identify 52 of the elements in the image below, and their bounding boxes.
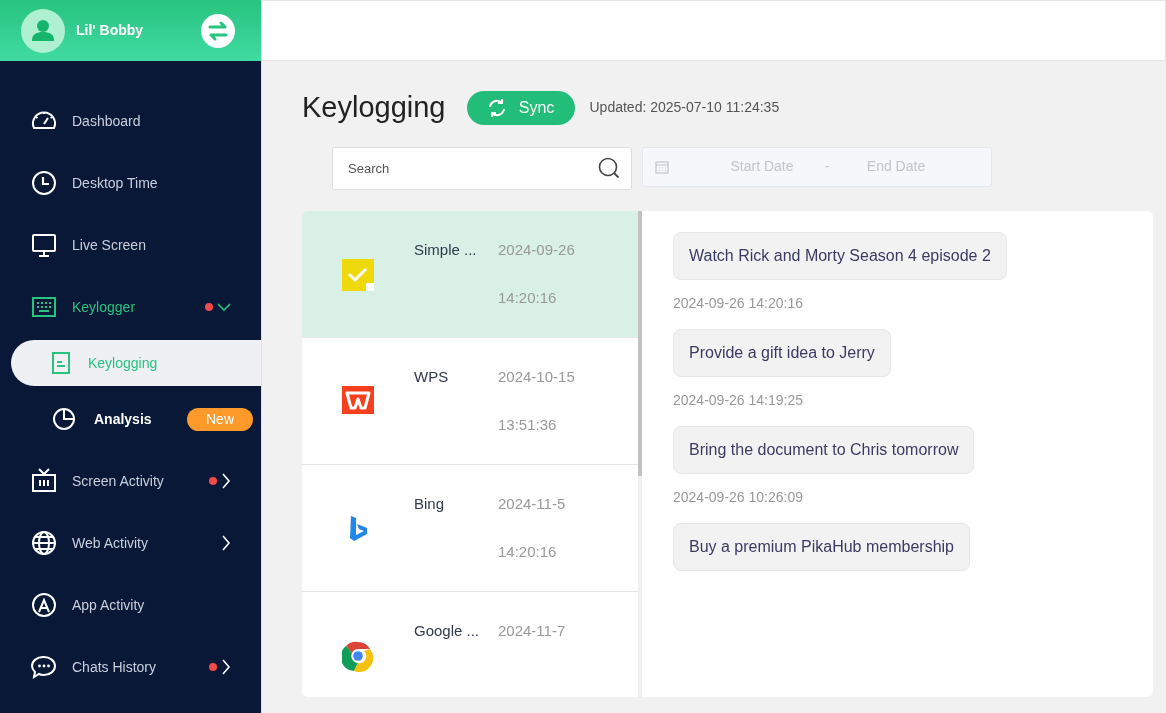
chat-bubble-icon bbox=[31, 654, 57, 680]
nav-item[interactable]: Live Screen bbox=[0, 214, 261, 276]
message-time: 2024-09-26 14:19:25 bbox=[673, 390, 803, 410]
message-time: 2024-09-26 10:26:09 bbox=[673, 487, 803, 507]
new-badge: New bbox=[187, 407, 253, 431]
nav-item[interactable]: Chats History bbox=[0, 636, 261, 698]
keystroke-message: Watch Rick and Morty Season 4 episode 2 bbox=[673, 231, 1007, 280]
switch-icon[interactable] bbox=[201, 13, 235, 48]
updated-time: Updated: 2025-07-10 11:24:35 bbox=[589, 98, 780, 118]
nav-item[interactable]: Screen Activity bbox=[0, 450, 261, 512]
tv-icon bbox=[31, 468, 57, 494]
nav-item[interactable]: Web Activity bbox=[0, 512, 261, 574]
note-check-icon bbox=[342, 258, 374, 291]
sync-icon bbox=[486, 97, 507, 118]
keystroke-message: Buy a premium PikaHub membership bbox=[673, 522, 970, 571]
clock-icon bbox=[31, 170, 57, 196]
avatar-icon bbox=[21, 8, 65, 53]
app-date: 2024-09-26 bbox=[498, 239, 575, 260]
app-date: 2024-10-15 bbox=[498, 366, 575, 387]
search-icon[interactable] bbox=[598, 156, 620, 179]
keystroke-message: Provide a gift idea to Jerry bbox=[673, 328, 891, 377]
nav-subitem[interactable]: Analysis New bbox=[11, 388, 261, 450]
keystroke-message: Bring the document to Chris tomorrow bbox=[673, 425, 975, 474]
app-time: 14:20:16 bbox=[498, 288, 558, 308]
date-separator: - bbox=[823, 157, 831, 176]
app-time: 14:20:16 bbox=[498, 542, 558, 562]
app-row[interactable]: Simple ... 2024-09-26 14:20:16 bbox=[302, 210, 638, 338]
scrollbar[interactable] bbox=[638, 210, 642, 697]
scrollbar-thumb[interactable] bbox=[638, 210, 642, 476]
app-time: 13:51:36 bbox=[498, 415, 558, 435]
document-icon bbox=[52, 352, 70, 374]
search-field[interactable]: Search bbox=[332, 146, 632, 190]
nav-item[interactable]: Dashboard bbox=[0, 90, 261, 152]
nav-item[interactable]: Keylogger bbox=[0, 276, 261, 338]
app-store-icon bbox=[31, 592, 57, 618]
app-name: Bing bbox=[414, 493, 446, 514]
circle-logo-icon bbox=[342, 639, 374, 672]
app-date: 2024-11-5 bbox=[498, 493, 566, 514]
message-time: 2024-09-26 14:20:16 bbox=[673, 293, 803, 313]
app-name: Simple ... bbox=[414, 239, 478, 260]
app-name: WPS bbox=[414, 366, 450, 387]
keyboard-icon bbox=[31, 294, 57, 320]
nav-item[interactable]: Desktop Time bbox=[0, 152, 261, 214]
calendar-icon bbox=[655, 159, 669, 174]
page-title: Keylogging bbox=[302, 90, 446, 125]
pie-chart-icon bbox=[52, 407, 76, 431]
user-name: Lil' Bobby bbox=[76, 21, 144, 40]
monitor-icon bbox=[31, 232, 57, 258]
globe-icon bbox=[31, 530, 57, 556]
nav-item[interactable]: App Activity bbox=[0, 574, 261, 636]
app-date: 2024-11-7 bbox=[498, 620, 566, 641]
app-name: Google ... bbox=[414, 620, 481, 641]
